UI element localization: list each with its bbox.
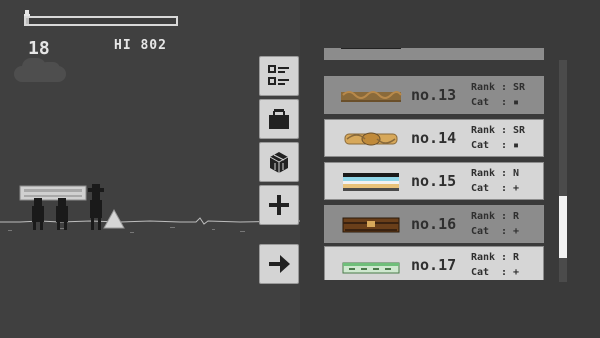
checklist-button[interactable] — [259, 56, 299, 96]
checklist-icon — [268, 65, 289, 85]
next-button[interactable] — [259, 244, 299, 284]
box-button[interactable] — [259, 142, 299, 182]
coffin-rank: R — [513, 252, 520, 263]
coffin-meta: Rank: SR Cat: ▪ — [471, 125, 526, 151]
coffin-rank: R — [513, 211, 520, 222]
coffin-thumbnail — [343, 173, 399, 191]
coffin-item[interactable]: no.15 Rank: N Cat: + — [324, 162, 544, 200]
coffin-number: no.13 — [411, 86, 457, 104]
coffin-thumbnail — [344, 132, 398, 146]
shop-bag-icon — [269, 109, 289, 129]
scrollbar-thumb[interactable] — [559, 196, 567, 258]
coffin-thumbnail — [341, 91, 402, 102]
level-progress-bar — [24, 16, 178, 26]
coffin-category: + — [513, 226, 520, 237]
coffin-rank: SR — [513, 125, 526, 136]
coffin-item[interactable]: no.16 Rank: R Cat: + — [324, 205, 544, 243]
shop-button[interactable] — [259, 99, 299, 139]
coffin-number: no.17 — [411, 256, 457, 274]
coffin-item[interactable] — [324, 48, 544, 60]
arrow-right-icon — [269, 255, 290, 273]
plus-icon — [269, 195, 289, 215]
coffin-category: + — [513, 267, 520, 278]
game-area[interactable]: 18 HI 802 — [0, 0, 300, 338]
coffin-list[interactable]: no.13 Rank: SR Cat: ▪ no.14 Rank: SR Cat: ▪ … — [324, 48, 546, 280]
coffin-item[interactable]: no.17 Rank: R Cat: + — [324, 246, 544, 280]
high-score: HI 802 — [114, 38, 167, 53]
add-button[interactable] — [259, 185, 299, 225]
coffin-category: ▪ — [513, 97, 520, 108]
cloud-decoration — [14, 58, 66, 82]
coffin-thumbnail — [341, 48, 401, 49]
coffin-meta: Rank: R Cat: + — [471, 252, 520, 278]
coffin-category: ▪ — [513, 140, 520, 151]
coffin-meta: Rank: SR Cat: ▪ — [471, 82, 526, 108]
coffin-item[interactable]: no.13 Rank: SR Cat: ▪ — [324, 76, 544, 114]
coffin-item[interactable]: no.14 Rank: SR Cat: ▪ — [324, 119, 544, 157]
coffin-rank: SR — [513, 82, 526, 93]
coffin-number: no.15 — [411, 172, 457, 190]
coffin-thumbnail — [342, 217, 400, 233]
coffin-meta: Rank: R Cat: + — [471, 211, 520, 237]
coffin-rank: N — [513, 168, 520, 179]
coffin-category: + — [513, 183, 520, 194]
coffin-list-scrollbar[interactable] — [559, 60, 567, 282]
pallbearers-sprite — [19, 184, 125, 230]
coffin-meta: Rank: N Cat: + — [471, 168, 520, 194]
level-progress-fill — [26, 18, 29, 24]
coffin-thumbnail — [342, 262, 400, 274]
coffin-number: no.16 — [411, 215, 457, 233]
coffin-number: no.14 — [411, 129, 457, 147]
box-icon — [269, 152, 289, 173]
